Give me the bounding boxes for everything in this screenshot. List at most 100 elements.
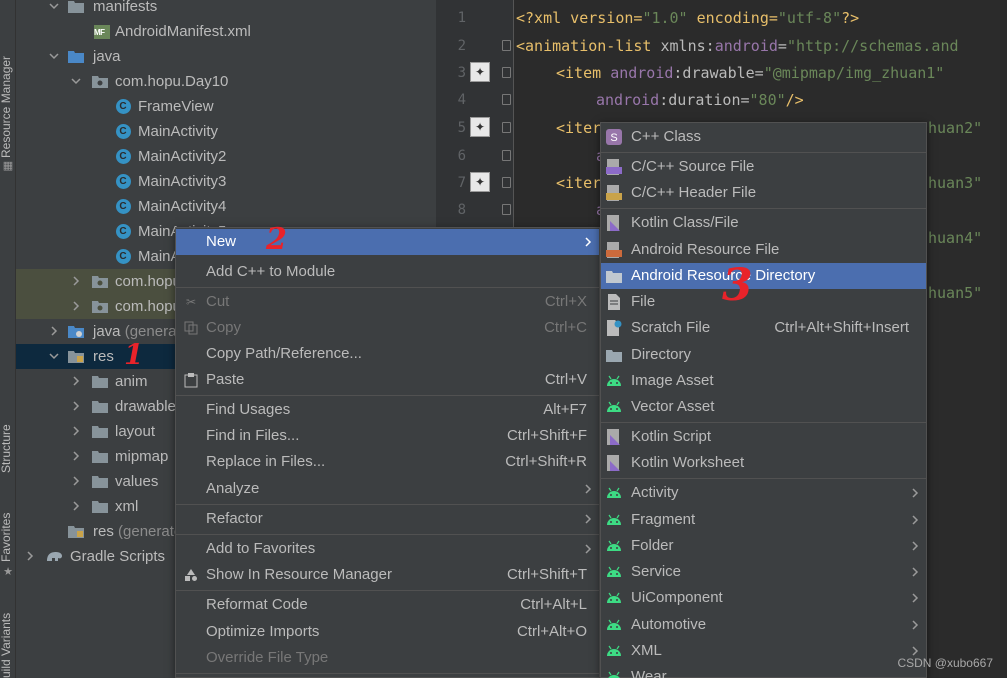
chevron-down-icon[interactable] [70, 75, 82, 87]
folder-icon [606, 347, 622, 363]
tree-row-manifests[interactable]: manifests [16, 0, 436, 19]
code-line: huan3" [928, 174, 983, 192]
chevron-right-icon[interactable] [70, 425, 82, 437]
menu-item-add-cpp[interactable]: Add C++ to Module [176, 259, 599, 285]
menu-item-file[interactable]: File [601, 289, 926, 315]
menu-item-refactor[interactable]: Refactor [176, 506, 599, 532]
menu-item-uicomponent[interactable]: UiComponent [601, 585, 926, 611]
menu-item-show-in-resource-manager[interactable]: Show In Resource Manager Ctrl+Shift+T [176, 562, 599, 588]
file-icon [606, 294, 622, 310]
structure-tab[interactable]: Structure [0, 398, 17, 473]
menu-item-wear[interactable]: Wear [601, 664, 926, 678]
menu-item-fragment[interactable]: Fragment [601, 507, 926, 533]
menu-label: C++ Class [631, 128, 702, 145]
menu-item-cpp-source[interactable]: C/C++ Source File [601, 154, 926, 180]
menu-item-activity[interactable]: Activity [601, 480, 926, 506]
menu-label: Automotive [631, 616, 707, 633]
menu-item-directory[interactable]: Directory [601, 342, 926, 368]
resource-manager-tab[interactable]: Resource Manager [0, 8, 17, 158]
menu-item-find-in-files[interactable]: Find in Files... Ctrl+Shift+F [176, 423, 599, 449]
chevron-down-icon[interactable] [48, 50, 60, 62]
chevron-right-icon[interactable] [70, 275, 82, 287]
tree-row-class[interactable]: C MainActivity4 [16, 194, 436, 219]
tree-label: manifests [93, 0, 158, 15]
tree-row-class[interactable]: C MainActivity3 [16, 169, 436, 194]
fold-icon[interactable] [502, 204, 511, 215]
chevron-right-icon[interactable] [24, 550, 36, 562]
tree-label: com.hopu.Day10 [115, 73, 229, 90]
tree-row-android-manifest[interactable]: MF AndroidManifest.xml [16, 19, 436, 44]
menu-item-automotive[interactable]: Automotive [601, 612, 926, 638]
chevron-down-icon[interactable] [48, 350, 60, 362]
line-number: 1 [457, 10, 466, 26]
image-preview-icon[interactable]: ✦ [470, 117, 490, 137]
chevron-right-icon[interactable] [70, 375, 82, 387]
menu-item-folder[interactable]: Folder [601, 533, 926, 559]
chevron-down-icon[interactable] [48, 0, 60, 12]
menu-item-image-asset[interactable]: Image Asset [601, 368, 926, 394]
menu-label: Show In Resource Manager [206, 566, 392, 583]
menu-item-android-resource-file[interactable]: Android Resource File [601, 237, 926, 263]
tree-row-package[interactable]: com.hopu.Day10 [16, 69, 436, 94]
tree-row-class[interactable]: C FrameView [16, 94, 436, 119]
menu-item-kotlin-class[interactable]: Kotlin Class/File [601, 210, 926, 236]
favorites-tab[interactable]: Favorites [0, 500, 17, 562]
menu-item-cpp-class[interactable]: S C++ Class [601, 124, 926, 150]
menu-item-cpp-header[interactable]: C/C++ Header File [601, 180, 926, 206]
chevron-right-icon[interactable] [70, 450, 82, 462]
scissors-icon: ✂ [185, 295, 197, 309]
tree-label: xml [115, 498, 139, 515]
code-line: huan5" [928, 284, 983, 302]
menu-label: Directory [631, 346, 692, 363]
image-preview-icon[interactable]: ✦ [470, 172, 490, 192]
menu-item-reformat-code[interactable]: Reformat Code Ctrl+Alt+L [176, 592, 599, 618]
menu-item-copy[interactable]: Copy Ctrl+C [176, 315, 599, 341]
menu-item-paste[interactable]: Paste Ctrl+V [176, 367, 599, 393]
menu-item-cut[interactable]: ✂ Cut Ctrl+X [176, 289, 599, 315]
tree-row-class[interactable]: C MainActivity [16, 119, 436, 144]
menu-label: Cut [206, 293, 230, 310]
menu-separator [176, 534, 599, 535]
fold-icon[interactable] [502, 40, 511, 51]
class-icon: C [115, 248, 131, 264]
folder-icon [92, 373, 108, 389]
menu-item-new[interactable]: New [176, 229, 599, 255]
chevron-right-icon[interactable] [70, 400, 82, 412]
menu-item-find-usages[interactable]: Find Usages Alt+F7 [176, 397, 599, 423]
tree-label: MainActivity3 [138, 173, 227, 190]
fold-icon[interactable] [502, 67, 511, 78]
fold-icon[interactable] [502, 94, 511, 105]
menu-item-copy-path[interactable]: Copy Path/Reference... [176, 341, 599, 367]
chevron-right-icon [912, 541, 919, 551]
fold-icon[interactable] [502, 150, 511, 161]
chevron-right-icon [585, 484, 592, 494]
image-preview-icon[interactable]: ✦ [470, 62, 490, 82]
fold-icon[interactable] [502, 177, 511, 188]
chevron-right-icon[interactable] [48, 325, 60, 337]
menu-item-optimize-imports[interactable]: Optimize Imports Ctrl+Alt+O [176, 619, 599, 645]
menu-item-xml[interactable]: XML [601, 638, 926, 664]
menu-item-replace-in-files[interactable]: Replace in Files... Ctrl+Shift+R [176, 449, 599, 475]
menu-item-kotlin-script[interactable]: Kotlin Script [601, 424, 926, 450]
chevron-right-icon[interactable] [70, 475, 82, 487]
menu-item-override-file-type[interactable]: Override File Type [176, 645, 599, 671]
chevron-right-icon[interactable] [70, 300, 82, 312]
tree-label: Gradle Scripts [70, 548, 166, 565]
menu-label: Service [631, 563, 682, 580]
android-icon [606, 399, 622, 415]
menu-item-analyze[interactable]: Analyze [176, 476, 599, 502]
menu-item-add-to-favorites[interactable]: Add to Favorites [176, 536, 599, 562]
menu-item-scratch-file[interactable]: Scratch File Ctrl+Alt+Shift+Insert [601, 315, 926, 341]
tree-row-java[interactable]: java [16, 44, 436, 69]
menu-label: Copy Path/Reference... [206, 345, 362, 362]
chevron-right-icon[interactable] [70, 500, 82, 512]
menu-item-service[interactable]: Service [601, 559, 926, 585]
tree-row-class[interactable]: C MainActivity2 [16, 144, 436, 169]
menu-item-kotlin-worksheet[interactable]: Kotlin Worksheet [601, 450, 926, 476]
annotation-step-2: 2 [266, 222, 287, 257]
menu-item-android-resource-directory[interactable]: Android Resource Directory [601, 263, 926, 289]
fold-icon[interactable] [502, 122, 511, 133]
folder-icon [68, 48, 84, 64]
build-variants-tab[interactable]: uild Variants [0, 600, 17, 678]
menu-item-vector-asset[interactable]: Vector Asset [601, 394, 926, 420]
